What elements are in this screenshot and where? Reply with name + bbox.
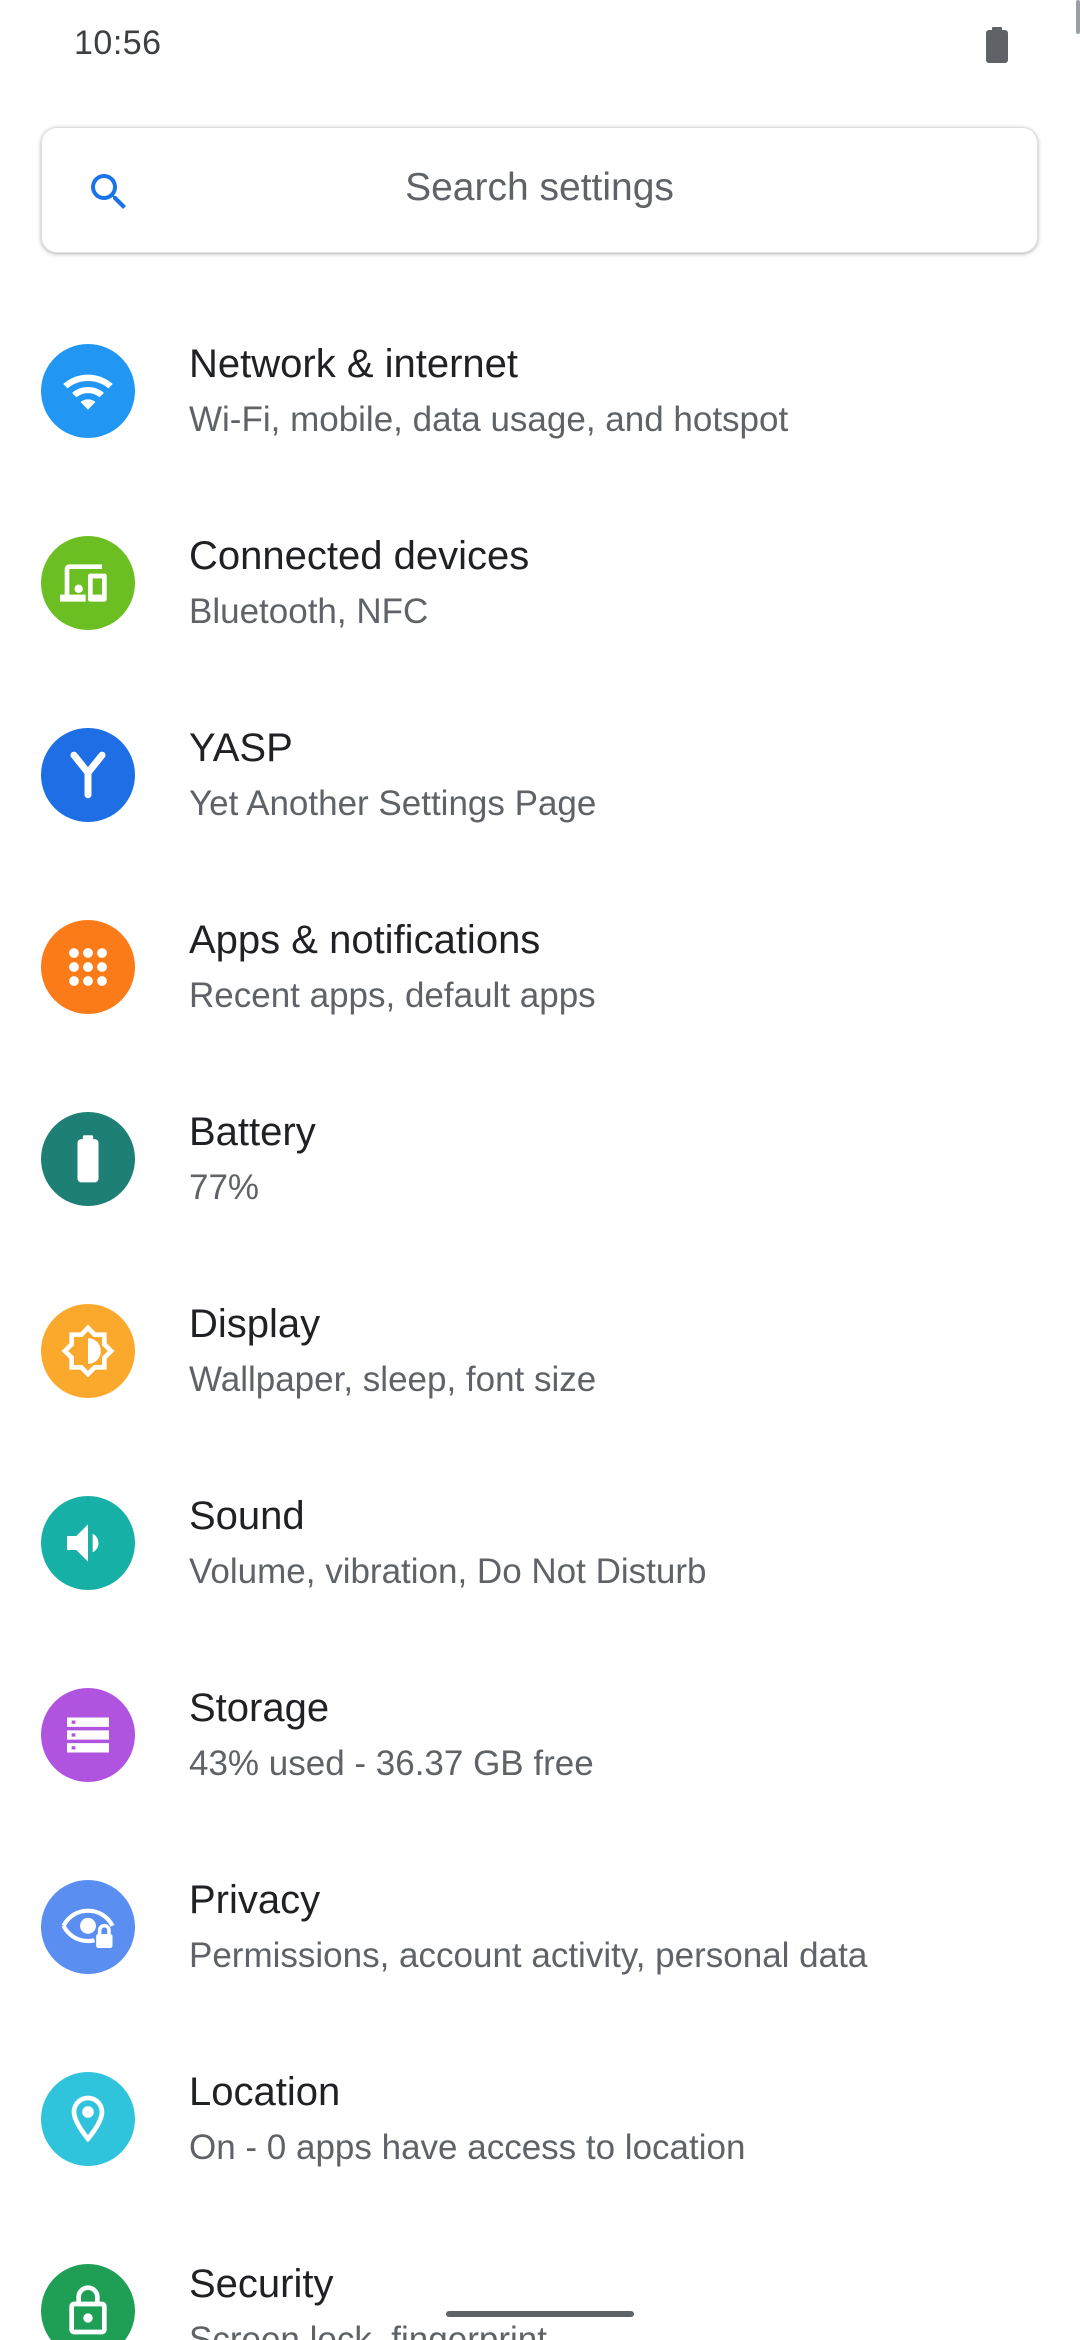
- setting-title: Storage: [189, 1686, 330, 1730]
- setting-title: Battery: [189, 1110, 316, 1154]
- setting-subtitle: Screen lock, fingerprint: [189, 2320, 547, 2340]
- setting-title: Network & internet: [189, 342, 519, 386]
- setting-title: Location: [189, 2070, 341, 2114]
- setting-title: Display: [189, 1302, 321, 1346]
- setting-connected-devices[interactable]: Connected devices Bluetooth, NFC: [0, 512, 1080, 704]
- setting-title: YASP: [189, 726, 293, 770]
- setting-subtitle: On - 0 apps have access to location: [189, 2128, 746, 2167]
- setting-yasp[interactable]: YASP Yet Another Settings Page: [0, 704, 1080, 896]
- privacy-eye-icon: [41, 1880, 135, 1974]
- setting-subtitle: Permissions, account activity, personal …: [189, 1936, 868, 1975]
- setting-privacy[interactable]: Privacy Permissions, account activity, p…: [0, 1856, 1080, 2048]
- wifi-icon: [41, 344, 135, 438]
- setting-subtitle: Volume, vibration, Do Not Disturb: [189, 1552, 707, 1591]
- search-placeholder: Search settings: [405, 166, 674, 209]
- status-time: 10:56: [74, 24, 162, 62]
- yasp-icon: [41, 728, 135, 822]
- search-bar[interactable]: Search settings: [41, 127, 1038, 253]
- setting-subtitle: Bluetooth, NFC: [189, 592, 429, 631]
- connected-devices-icon: [41, 536, 135, 630]
- brightness-icon: [41, 1304, 135, 1398]
- setting-subtitle: 77%: [189, 1168, 260, 1207]
- setting-title: Security: [189, 2262, 334, 2306]
- setting-subtitle: Recent apps, default apps: [189, 976, 596, 1015]
- setting-title: Apps & notifications: [189, 918, 541, 962]
- location-pin-icon: [41, 2072, 135, 2166]
- setting-storage[interactable]: Storage 43% used - 36.37 GB free: [0, 1664, 1080, 1856]
- battery-icon: [41, 1112, 135, 1206]
- home-gesture-bar[interactable]: [446, 2311, 634, 2317]
- scroll-edge-indicator: [1076, 0, 1080, 34]
- setting-title: Connected devices: [189, 534, 530, 578]
- volume-icon: [41, 1496, 135, 1590]
- setting-subtitle: Wi-Fi, mobile, data usage, and hotspot: [189, 400, 789, 439]
- status-bar: 10:56: [0, 0, 1080, 96]
- setting-subtitle: Wallpaper, sleep, font size: [189, 1360, 597, 1399]
- lock-icon: [41, 2264, 135, 2340]
- setting-network-internet[interactable]: Network & internet Wi-Fi, mobile, data u…: [0, 320, 1080, 512]
- settings-screen: 10:56 Search settings Network & internet…: [0, 0, 1080, 2340]
- setting-battery[interactable]: Battery 77%: [0, 1088, 1080, 1280]
- apps-grid-icon: [41, 920, 135, 1014]
- setting-security[interactable]: Security Screen lock, fingerprint: [0, 2240, 1080, 2340]
- setting-title: Sound: [189, 1494, 305, 1538]
- setting-apps-notifications[interactable]: Apps & notifications Recent apps, defaul…: [0, 896, 1080, 1088]
- setting-location[interactable]: Location On - 0 apps have access to loca…: [0, 2048, 1080, 2240]
- battery-status-icon: [985, 27, 1009, 63]
- setting-subtitle: Yet Another Settings Page: [189, 784, 597, 823]
- setting-sound[interactable]: Sound Volume, vibration, Do Not Disturb: [0, 1472, 1080, 1664]
- settings-list: Network & internet Wi-Fi, mobile, data u…: [0, 320, 1080, 2340]
- storage-icon: [41, 1688, 135, 1782]
- setting-display[interactable]: Display Wallpaper, sleep, font size: [0, 1280, 1080, 1472]
- setting-title: Privacy: [189, 1878, 321, 1922]
- setting-subtitle: 43% used - 36.37 GB free: [189, 1744, 594, 1783]
